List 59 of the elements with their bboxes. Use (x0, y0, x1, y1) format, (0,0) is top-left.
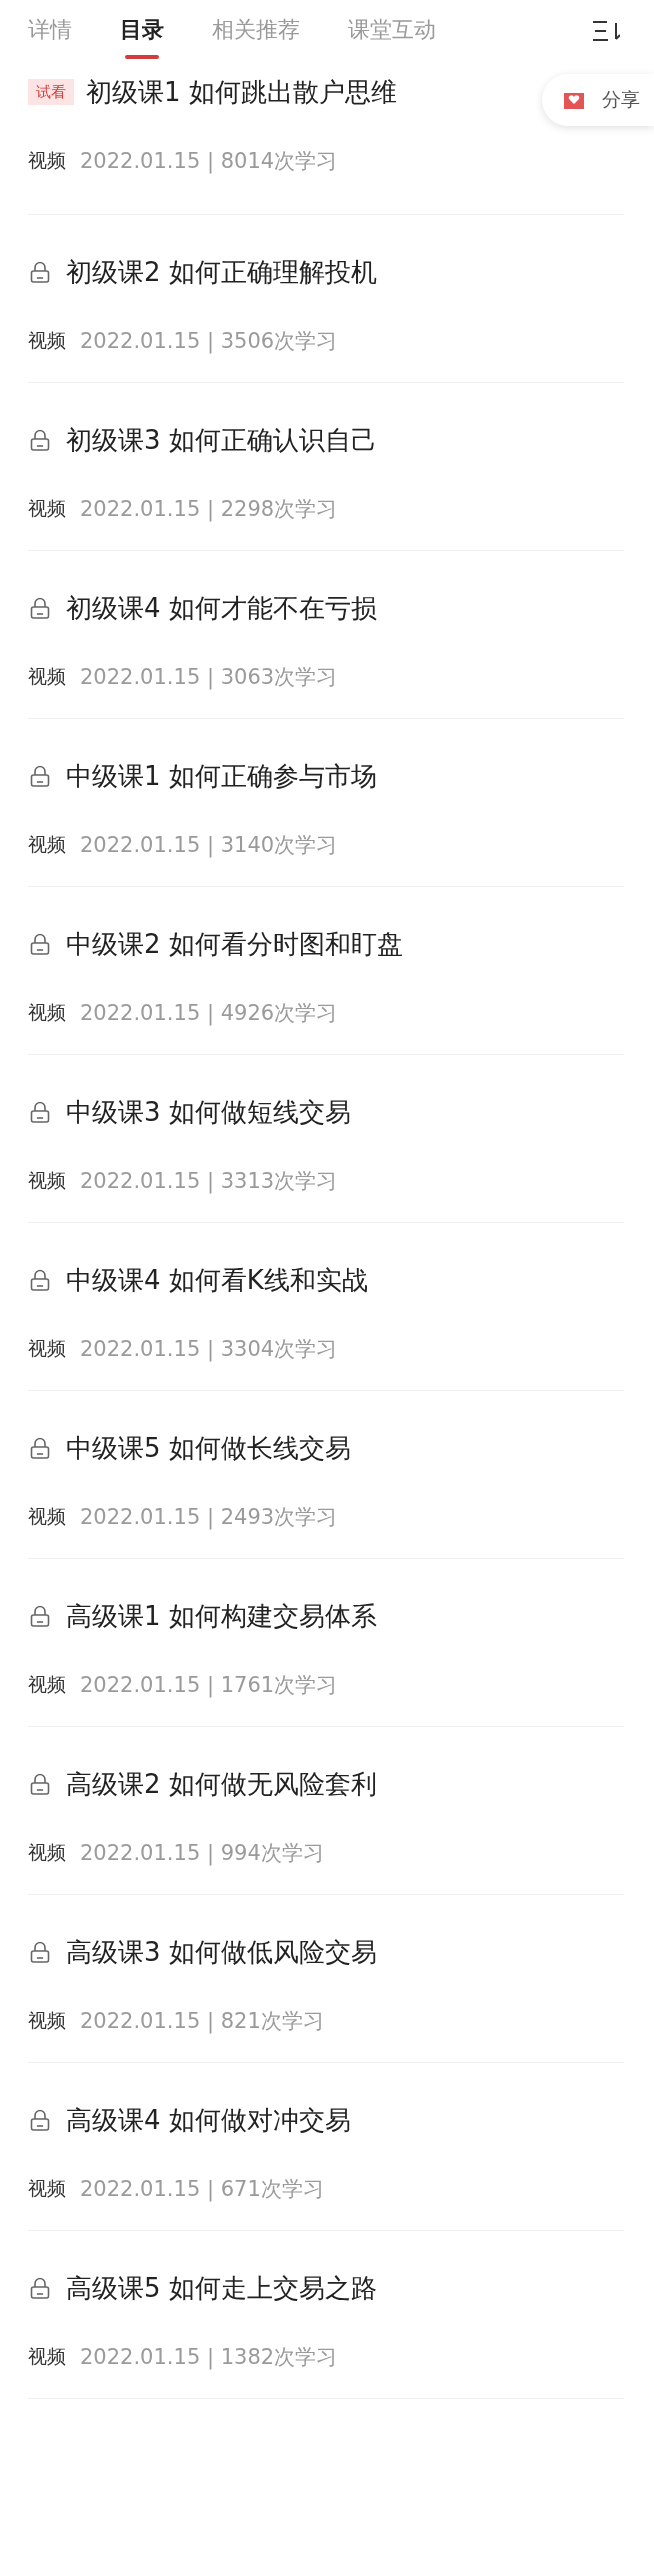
lesson-title[interactable]: 初级课2 如何正确理解投机 (66, 258, 377, 286)
lock-icon (30, 2109, 50, 2131)
lesson-meta: 2022.01.15 | 2298次学习 (80, 496, 338, 523)
lock-icon (30, 1269, 50, 1291)
media-type-label: 视频 (28, 1840, 66, 1865)
lesson-meta: 2022.01.15 | 4926次学习 (80, 1000, 338, 1027)
lesson-title[interactable]: 中级课4 如何看K线和实战 (66, 1266, 368, 1294)
lesson-meta: 2022.01.15 | 3063次学习 (80, 664, 338, 691)
lesson-meta: 2022.01.15 | 1382次学习 (80, 2344, 338, 2371)
lesson-meta: 2022.01.15 | 671次学习 (80, 2176, 324, 2203)
media-type-label: 视频 (28, 496, 66, 521)
lesson-title[interactable]: 高级课3 如何做低风险交易 (66, 1938, 377, 1966)
lesson-title[interactable]: 中级课3 如何做短线交易 (66, 1098, 351, 1126)
media-type-label: 视频 (28, 832, 66, 857)
lesson-meta: 2022.01.15 | 8014次学习 (80, 148, 338, 175)
lesson-meta: 2022.01.15 | 3506次学习 (80, 328, 338, 355)
media-type-label: 视频 (28, 148, 66, 173)
lock-icon (30, 1941, 50, 1963)
lock-icon (30, 765, 50, 787)
media-type-label: 视频 (28, 664, 66, 689)
lesson-meta: 2022.01.15 | 821次学习 (80, 2008, 324, 2035)
lesson-meta: 2022.01.15 | 1761次学习 (80, 1672, 338, 1699)
lesson-title[interactable]: 高级课1 如何构建交易体系 (66, 1602, 377, 1630)
tab[interactable]: 目录 (120, 3, 164, 59)
media-type-label: 视频 (28, 1672, 66, 1697)
menu-icon[interactable] (592, 20, 620, 42)
lock-icon (30, 261, 50, 283)
lock-icon (30, 1437, 50, 1459)
lesson-meta: 2022.01.15 | 3140次学习 (80, 832, 338, 859)
media-type-label: 视频 (28, 2344, 66, 2369)
share-button[interactable]: 分享 (542, 74, 654, 126)
media-type-label: 视频 (28, 2008, 66, 2033)
lock-icon (30, 1605, 50, 1627)
lesson-meta: 2022.01.15 | 2493次学习 (80, 1504, 338, 1531)
lesson-title[interactable]: 高级课4 如何做对冲交易 (66, 2106, 351, 2134)
lock-icon (30, 429, 50, 451)
lesson-title[interactable]: 初级课1 如何跳出散户思维 (86, 78, 397, 106)
lesson-title[interactable]: 中级课2 如何看分时图和盯盘 (66, 930, 403, 958)
lesson-title[interactable]: 高级课5 如何走上交易之路 (66, 2274, 377, 2302)
media-type-label: 视频 (28, 1168, 66, 1193)
lesson-title[interactable]: 中级课1 如何正确参与市场 (66, 762, 377, 790)
lesson-meta: 2022.01.15 | 994次学习 (80, 1840, 324, 1867)
lesson-title[interactable]: 初级课4 如何才能不在亏损 (66, 594, 377, 622)
trial-badge: 试看 (28, 79, 74, 105)
media-type-label: 视频 (28, 2176, 66, 2201)
lock-icon (30, 933, 50, 955)
lesson-meta: 2022.01.15 | 3304次学习 (80, 1336, 338, 1363)
lock-icon (30, 1773, 50, 1795)
media-type-label: 视频 (28, 328, 66, 353)
media-type-label: 视频 (28, 1000, 66, 1025)
media-type-label: 视频 (28, 1504, 66, 1529)
lock-icon (30, 2277, 50, 2299)
lock-icon (30, 597, 50, 619)
lesson-title[interactable]: 中级课5 如何做长线交易 (66, 1434, 351, 1462)
lesson-meta: 2022.01.15 | 3313次学习 (80, 1168, 338, 1195)
lock-icon (30, 1101, 50, 1123)
lesson-title[interactable]: 初级课3 如何正确认识自己 (66, 426, 377, 454)
lesson-title[interactable]: 高级课2 如何做无风险套利 (66, 1770, 377, 1798)
media-type-label: 视频 (28, 1336, 66, 1361)
